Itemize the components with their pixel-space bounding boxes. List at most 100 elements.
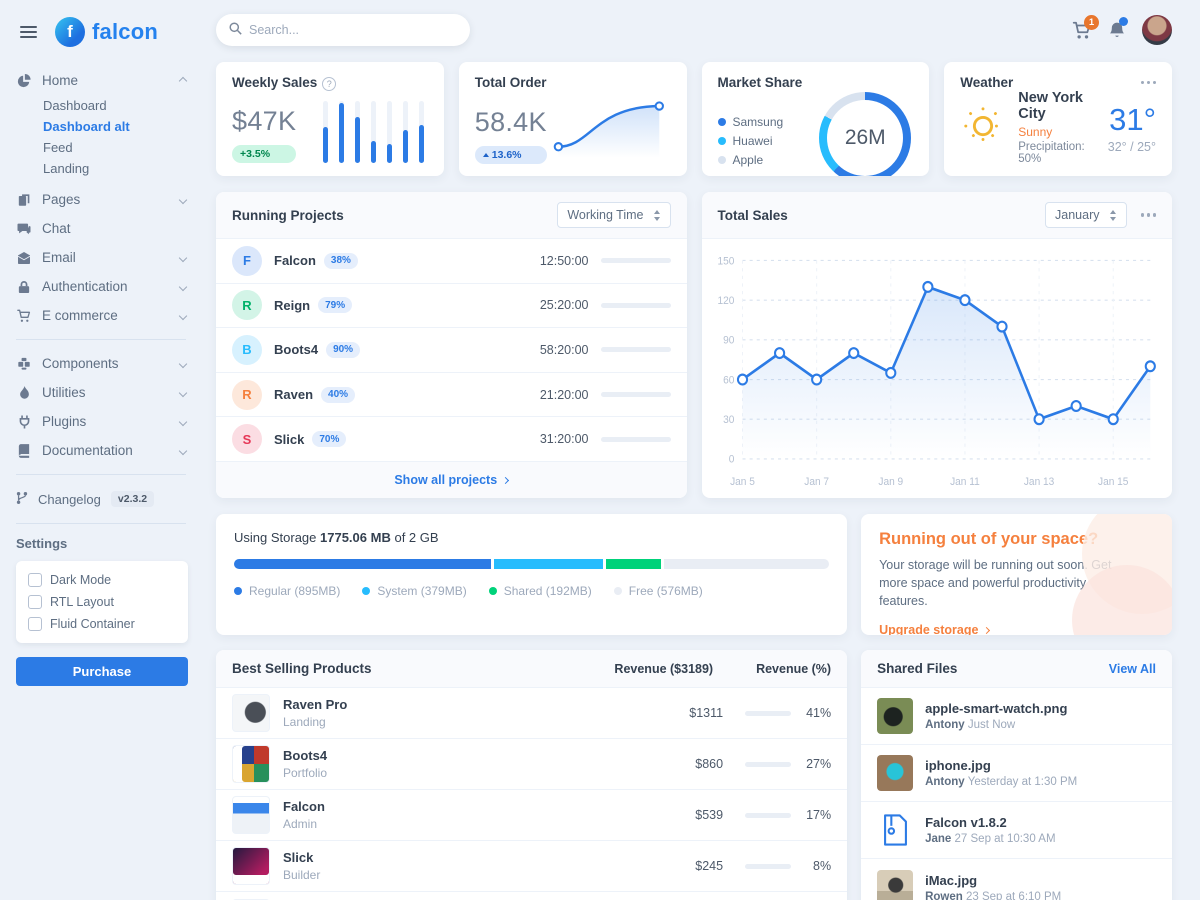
total-order-badge: 13.6% xyxy=(475,146,547,164)
app-root: f falcon Home Dashboard Dashboard alt Fe… xyxy=(0,0,1200,900)
bottom-row: Best Selling Products Revenue ($3189) Re… xyxy=(216,650,1172,900)
project-percent-badge: 38% xyxy=(324,253,358,269)
dark-mode-checkbox[interactable] xyxy=(28,573,42,587)
project-time: 25:20:00 xyxy=(540,298,589,312)
dark-mode-toggle[interactable]: Dark Mode xyxy=(28,573,176,587)
total-order-chart xyxy=(547,92,671,164)
legend-dot xyxy=(234,587,242,595)
total-sales-title: Total Sales xyxy=(718,208,788,223)
chevron-right-icon xyxy=(502,476,509,483)
product-row[interactable]: FalconAdmin $539 17% xyxy=(216,790,847,841)
shared-files-title: Shared Files xyxy=(877,661,957,676)
upgrade-storage-link[interactable]: Upgrade storage xyxy=(879,623,989,635)
search-box[interactable] xyxy=(216,14,470,46)
market-share-legend: Samsung Huawei Apple xyxy=(718,115,784,167)
svg-text:Jan 13: Jan 13 xyxy=(1023,476,1054,488)
sidebar-item-home[interactable]: Home xyxy=(16,66,192,95)
project-row[interactable]: S Slick 70% 31:20:00 xyxy=(216,417,687,461)
sidebar-item-dashboard[interactable]: Dashboard xyxy=(16,95,192,116)
product-row[interactable] xyxy=(216,892,847,900)
version-badge: v2.3.2 xyxy=(111,491,154,507)
svg-text:Jan 5: Jan 5 xyxy=(730,476,755,488)
rtl-layout-checkbox[interactable] xyxy=(28,595,42,609)
total-sales-chart: 0306090120150Jan 5Jan 7Jan 9Jan 11Jan 13… xyxy=(706,243,1165,496)
cart-button[interactable]: 1 xyxy=(1072,21,1092,40)
sidebar-item-email[interactable]: Email xyxy=(16,243,192,272)
lock-icon xyxy=(16,280,32,294)
purchase-button[interactable]: Purchase xyxy=(16,657,188,686)
fluid-container-checkbox[interactable] xyxy=(28,617,42,631)
search-input[interactable] xyxy=(249,23,457,37)
product-revenue: $245 xyxy=(633,859,723,873)
product-row[interactable]: Raven ProLanding $1311 41% xyxy=(216,688,847,739)
svg-text:0: 0 xyxy=(728,453,734,465)
chevron-down-icon xyxy=(179,388,187,396)
notifications-button[interactable] xyxy=(1108,21,1126,40)
sidebar-item-documentation[interactable]: Documentation xyxy=(16,436,192,465)
weather-title: Weather xyxy=(960,75,1013,90)
sidebar-item-changelog[interactable]: Changelog v2.3.2 xyxy=(16,484,192,514)
running-projects-title: Running Projects xyxy=(232,208,344,223)
sidebar-item-landing[interactable]: Landing xyxy=(16,158,192,179)
sidebar-item-plugins[interactable]: Plugins xyxy=(16,407,192,436)
sidebar-item-ecommerce[interactable]: E commerce xyxy=(16,301,192,330)
code-branch-icon xyxy=(16,491,28,508)
project-progress-bar xyxy=(601,392,671,397)
project-avatar: R xyxy=(232,290,262,320)
project-row[interactable]: B Boots4 90% 58:20:00 xyxy=(216,328,687,373)
weekly-bar xyxy=(419,101,424,163)
file-row[interactable]: apple-smart-watch.png Antony Just Now xyxy=(861,688,1172,745)
archive-file-icon xyxy=(877,814,913,846)
project-row[interactable]: R Raven 40% 21:20:00 xyxy=(216,373,687,418)
working-time-select[interactable]: Working Time xyxy=(557,202,670,228)
view-all-link[interactable]: View All xyxy=(1109,662,1156,676)
product-row[interactable]: Boots4Portfolio $860 27% xyxy=(216,739,847,790)
file-row[interactable]: iMac.jpg Rowen 23 Sep at 6:10 PM xyxy=(861,859,1172,900)
svg-text:Jan 9: Jan 9 xyxy=(878,476,903,488)
sidebar-item-feed[interactable]: Feed xyxy=(16,137,192,158)
chevron-down-icon xyxy=(179,195,187,203)
stat-cards-row: Weekly Sales? $47K +3.5% Total Order 58.… xyxy=(216,62,1172,176)
market-share-card: Market Share Samsung Huawei Apple 26M xyxy=(702,62,930,176)
project-row[interactable]: R Reign 79% 25:20:00 xyxy=(216,284,687,329)
chevron-down-icon xyxy=(179,311,187,319)
shared-files-card: Shared Files View All apple-smart-watch.… xyxy=(861,650,1172,900)
svg-text:150: 150 xyxy=(717,255,734,267)
sidebar-item-pages[interactable]: Pages xyxy=(16,185,192,214)
book-icon xyxy=(16,444,32,458)
product-revenue: $1311 xyxy=(633,706,723,720)
chevron-up-icon xyxy=(179,76,187,84)
sidebar-item-components[interactable]: Components xyxy=(16,349,192,378)
project-row[interactable]: F Falcon 38% 12:50:00 xyxy=(216,239,687,284)
show-all-projects-link[interactable]: Show all projects xyxy=(216,461,687,498)
fluid-container-toggle[interactable]: Fluid Container xyxy=(28,617,176,631)
weather-card: Weather New York City Sunny Precipitatio… xyxy=(944,62,1172,176)
rtl-layout-toggle[interactable]: RTL Layout xyxy=(28,595,176,609)
weekly-sales-badge: +3.5% xyxy=(232,145,296,163)
product-thumbnail xyxy=(232,745,270,783)
falcon-logo[interactable]: f falcon xyxy=(55,17,158,47)
project-time: 58:20:00 xyxy=(540,343,589,357)
help-icon[interactable]: ? xyxy=(322,77,336,91)
hamburger-menu-icon[interactable] xyxy=(16,22,41,42)
sidebar-item-utilities[interactable]: Utilities xyxy=(16,378,192,407)
storage-segment xyxy=(234,559,491,569)
product-row[interactable]: SlickBuilder $245 8% xyxy=(216,841,847,892)
weekly-sales-card: Weekly Sales? $47K +3.5% xyxy=(216,62,444,176)
more-menu-icon[interactable] xyxy=(1141,209,1157,221)
sidebar-item-dashboard-alt[interactable]: Dashboard alt xyxy=(16,116,192,137)
sidebar-item-authentication[interactable]: Authentication xyxy=(16,272,192,301)
sidebar-item-chat[interactable]: Chat xyxy=(16,214,192,243)
month-select[interactable]: January xyxy=(1045,202,1126,228)
chevron-down-icon xyxy=(179,253,187,261)
product-percent: 17% xyxy=(801,808,831,822)
user-avatar[interactable] xyxy=(1142,15,1172,45)
weather-condition: Sunny xyxy=(1018,125,1096,139)
storage-row: Using Storage 1775.06 MB of 2 GB Regular… xyxy=(216,514,1172,635)
products-title: Best Selling Products xyxy=(232,661,563,676)
file-row[interactable]: iphone.jpg Antony Yesterday at 1:30 PM xyxy=(861,745,1172,802)
more-menu-icon[interactable] xyxy=(1141,77,1157,89)
weekly-sales-bar-chart xyxy=(323,101,428,163)
file-row[interactable]: Falcon v1.8.2 Jane 27 Sep at 10:30 AM xyxy=(861,802,1172,859)
project-avatar: B xyxy=(232,335,262,365)
